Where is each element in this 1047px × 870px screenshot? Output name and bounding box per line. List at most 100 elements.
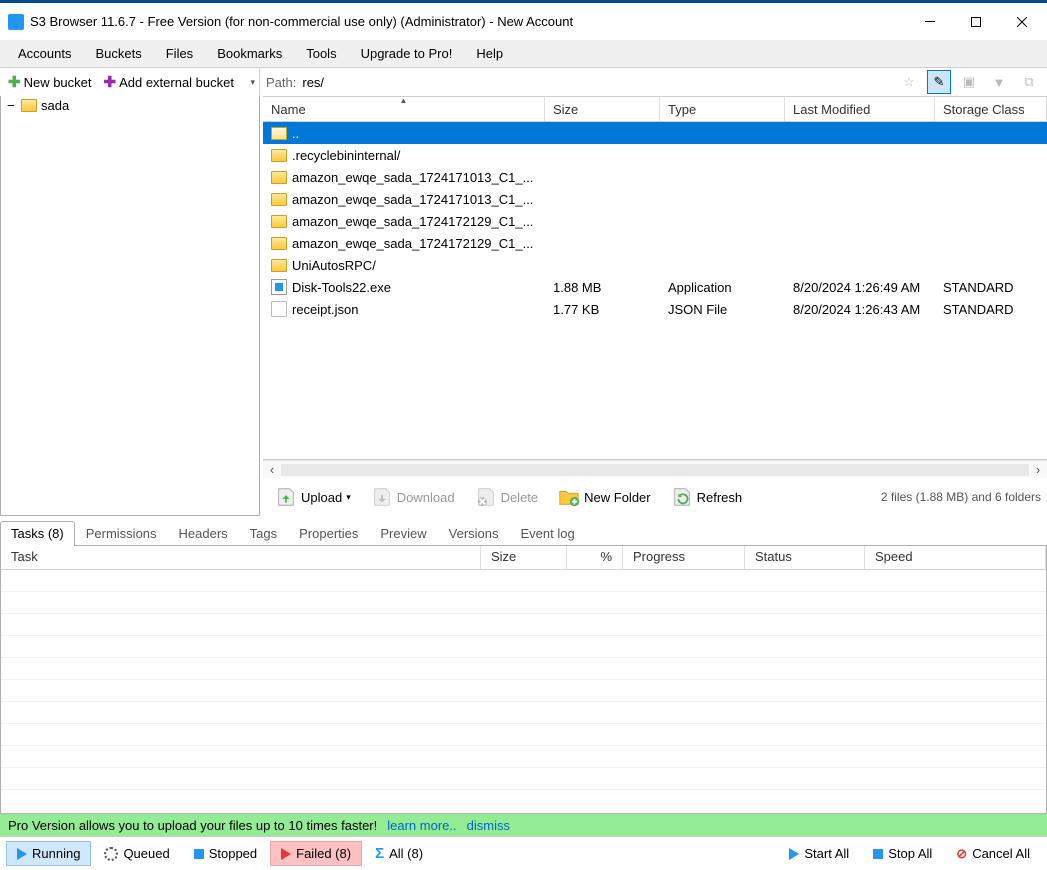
new-bucket-label: New bucket: [24, 75, 92, 90]
tab-tags[interactable]: Tags: [239, 521, 288, 546]
promo-text: Pro Version allows you to upload your fi…: [8, 818, 377, 833]
file-row[interactable]: amazon_ewqe_sada_1724172129_C1_...: [263, 210, 1047, 232]
folder-icon: [271, 215, 287, 228]
file-name: ..: [292, 126, 299, 141]
file-row[interactable]: receipt.json1.77 KBJSON File8/20/2024 1:…: [263, 298, 1047, 320]
menu-help[interactable]: Help: [464, 42, 515, 65]
start-all-button[interactable]: Start All: [778, 841, 860, 866]
scroll-right-icon[interactable]: ›: [1029, 462, 1047, 477]
status-tabs: Running Queued Stopped Failed (8) Σ All …: [0, 836, 1047, 870]
favorite-button[interactable]: ☆: [897, 70, 921, 94]
tab-properties[interactable]: Properties: [288, 521, 369, 546]
tab-tasks[interactable]: Tasks (8): [0, 521, 75, 546]
menu-tools[interactable]: Tools: [294, 42, 348, 65]
delete-icon: [475, 486, 497, 508]
column-last-modified[interactable]: Last Modified: [785, 97, 935, 121]
status-failed[interactable]: Failed (8): [270, 841, 362, 866]
file-name: amazon_ewqe_sada_1724172129_C1_...: [292, 214, 533, 229]
tree-toggle[interactable]: −: [7, 98, 17, 113]
file-row[interactable]: ..: [263, 122, 1047, 144]
bucket-tree[interactable]: − sada: [0, 96, 260, 516]
star-icon: ☆: [903, 74, 915, 90]
task-col-speed[interactable]: Speed: [865, 546, 1046, 569]
cancel-all-button[interactable]: ⊘ Cancel All: [945, 841, 1041, 867]
file-list-header: Name▲ Size Type Last Modified Storage Cl…: [263, 96, 1047, 122]
new-folder-button[interactable]: New Folder: [552, 483, 656, 511]
column-size[interactable]: Size: [545, 97, 660, 121]
queued-icon: [104, 847, 118, 861]
copy-icon: ⧉: [1024, 74, 1033, 90]
task-col-task[interactable]: Task: [1, 546, 481, 569]
close-button[interactable]: [999, 5, 1045, 39]
file-name: UniAutosRPC/: [292, 258, 376, 273]
new-folder-icon: [558, 486, 580, 508]
task-col-percent[interactable]: %: [567, 546, 623, 569]
minimize-button[interactable]: [907, 5, 953, 39]
menu-files[interactable]: Files: [154, 42, 205, 65]
file-row[interactable]: amazon_ewqe_sada_1724171013_C1_...: [263, 188, 1047, 210]
cancel-all-icon: ⊘: [956, 846, 967, 862]
menu-buckets[interactable]: Buckets: [83, 42, 153, 65]
status-running[interactable]: Running: [6, 841, 91, 866]
dropdown-caret-icon: ▾: [346, 492, 351, 503]
horizontal-scrollbar[interactable]: ‹ ›: [263, 460, 1047, 478]
folder-icon: [271, 259, 287, 272]
file-storage-class: STANDARD: [935, 280, 1047, 295]
upload-button[interactable]: Upload ▾: [269, 483, 357, 511]
task-list[interactable]: [1, 570, 1046, 813]
tab-permissions[interactable]: Permissions: [75, 521, 168, 546]
path-value[interactable]: res/: [302, 75, 891, 90]
path-label: Path:: [266, 75, 296, 90]
status-stopped[interactable]: Stopped: [183, 841, 268, 866]
tab-preview[interactable]: Preview: [369, 521, 437, 546]
file-row[interactable]: amazon_ewqe_sada_1724172129_C1_...: [263, 232, 1047, 254]
file-row[interactable]: UniAutosRPC/: [263, 254, 1047, 276]
task-col-progress[interactable]: Progress: [623, 546, 745, 569]
filter-icon: ▼: [993, 75, 1006, 90]
menu-upgrade[interactable]: Upgrade to Pro!: [349, 42, 465, 65]
tree-item-sada[interactable]: − sada: [1, 96, 259, 115]
task-col-size[interactable]: Size: [481, 546, 567, 569]
file-last-modified: 8/20/2024 1:26:43 AM: [785, 302, 935, 317]
stop-all-button[interactable]: Stop All: [862, 841, 943, 866]
maximize-button[interactable]: [953, 5, 999, 39]
delete-button[interactable]: Delete: [469, 483, 545, 511]
exe-icon: [271, 279, 287, 295]
refresh-button[interactable]: Refresh: [665, 483, 749, 511]
column-name[interactable]: Name▲: [263, 97, 545, 121]
scroll-left-icon[interactable]: ‹: [263, 462, 281, 477]
promo-dismiss[interactable]: dismiss: [467, 818, 510, 833]
select-button[interactable]: ▣: [957, 70, 981, 94]
file-row[interactable]: amazon_ewqe_sada_1724171013_C1_...: [263, 166, 1047, 188]
status-all[interactable]: Σ All (8): [364, 840, 434, 867]
file-row[interactable]: Disk-Tools22.exe1.88 MBApplication8/20/2…: [263, 276, 1047, 298]
folder-icon: [271, 193, 287, 206]
column-type[interactable]: Type: [660, 97, 785, 121]
stop-all-icon: [873, 849, 883, 859]
add-external-bucket-button[interactable]: ✚ Add external bucket: [100, 71, 238, 93]
file-size: 1.77 KB: [545, 302, 660, 317]
file-row[interactable]: .recyclebininternal/: [263, 144, 1047, 166]
task-col-status[interactable]: Status: [745, 546, 865, 569]
filter-button[interactable]: ▼: [987, 70, 1011, 94]
file-type: JSON File: [660, 302, 785, 317]
new-bucket-button[interactable]: ✚ New bucket: [4, 71, 96, 93]
tab-eventlog[interactable]: Event log: [510, 521, 586, 546]
edit-button[interactable]: ✎: [927, 70, 951, 94]
scroll-track[interactable]: [281, 464, 1029, 476]
file-summary: 2 files (1.88 MB) and 6 folders: [881, 490, 1041, 504]
column-storage-class[interactable]: Storage Class: [935, 97, 1047, 121]
chevron-down-icon[interactable]: ▾: [250, 77, 259, 88]
download-button[interactable]: Download: [365, 483, 461, 511]
copy-button[interactable]: ⧉: [1017, 70, 1041, 94]
menu-accounts[interactable]: Accounts: [6, 42, 83, 65]
file-list[interactable]: .. .recyclebininternal/amazon_ewqe_sada_1…: [263, 122, 1047, 460]
status-queued[interactable]: Queued: [93, 841, 180, 866]
file-name: Disk-Tools22.exe: [292, 280, 391, 295]
promo-learn-more[interactable]: learn more..: [387, 818, 456, 833]
tab-versions[interactable]: Versions: [438, 521, 510, 546]
tab-headers[interactable]: Headers: [168, 521, 239, 546]
folder-icon: [21, 99, 37, 112]
menu-bookmarks[interactable]: Bookmarks: [205, 42, 294, 65]
action-bar: Upload ▾ Download Delete New Folder Refr…: [263, 478, 1047, 516]
